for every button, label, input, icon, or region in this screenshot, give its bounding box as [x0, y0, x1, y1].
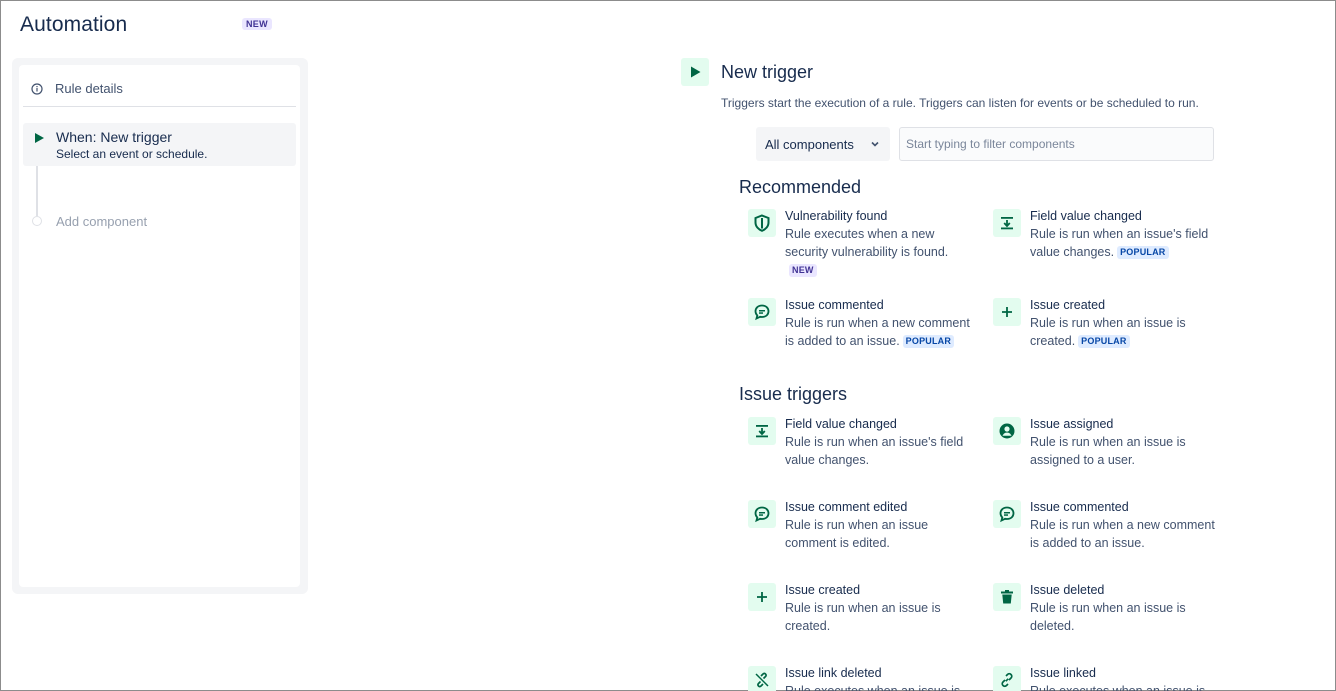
- trigger-card-title: Issue assigned: [1030, 417, 1114, 431]
- add-component-link[interactable]: Add component: [56, 214, 147, 229]
- new-badge: NEW: [242, 18, 272, 30]
- trigger-panel-title: New trigger: [721, 61, 814, 82]
- trigger-step-item[interactable]: When: New trigger Select an event or sch…: [23, 123, 296, 166]
- trigger-panel-description: Triggers start the execution of a rule. …: [721, 96, 1199, 110]
- trigger-card-description: Rule is run when an issue is created. POP…: [1030, 314, 1225, 350]
- recommended-heading: Recommended: [739, 177, 862, 197]
- new-badge: NEW: [789, 264, 817, 277]
- comment-icon: [748, 500, 776, 528]
- issue-triggers-heading: Issue triggers: [739, 384, 848, 404]
- info-icon: [31, 82, 43, 95]
- comment-icon: [993, 500, 1021, 528]
- user-icon: [993, 417, 1021, 445]
- trigger-card-title: Vulnerability found: [785, 209, 888, 223]
- chevron-down-icon: [870, 139, 880, 149]
- shield-icon: [748, 209, 776, 237]
- trigger-card-description: Rule is run when an issue's field value …: [785, 435, 964, 467]
- trigger-card-title: Issue deleted: [1030, 583, 1105, 597]
- trigger-card-description: Rule executes when an issue is: [785, 684, 961, 691]
- component-filter-input[interactable]: [899, 127, 1214, 161]
- page-title: Automation: [20, 13, 128, 36]
- trigger-panel: New trigger Triggers start the execution…: [681, 58, 1241, 691]
- trigger-card-description: Rule is run when an issue comment is edi…: [785, 518, 929, 550]
- page-header: Automation: [20, 13, 127, 37]
- trigger-card-title: Issue link deleted: [785, 666, 882, 680]
- trigger-card-description: Rule is run when an issue's field value …: [1030, 225, 1225, 261]
- popular-badge: POPULAR: [1117, 246, 1169, 259]
- field-change-icon: [993, 209, 1021, 237]
- trigger-card-description: Rule is run when an issue is deleted.: [1030, 601, 1186, 633]
- rule-sidebar-panel: Rule details When: New trigger Select an…: [19, 65, 300, 587]
- rule-sidebar: Rule details When: New trigger Select an…: [12, 58, 308, 594]
- step-connector: [36, 166, 38, 216]
- play-icon: [33, 132, 45, 144]
- trigger-step-subtitle: Select an event or schedule.: [56, 147, 208, 161]
- plus-icon: [748, 583, 776, 611]
- popular-badge: POPULAR: [1078, 335, 1130, 348]
- trigger-panel-header: New trigger: [681, 58, 1241, 86]
- trash-icon: [993, 583, 1021, 611]
- trigger-step-title: When: New trigger: [56, 129, 172, 145]
- play-icon: [681, 58, 709, 86]
- rule-details-item[interactable]: Rule details: [23, 71, 296, 107]
- link-icon: [993, 666, 1021, 691]
- trigger-card-title: Issue created: [785, 583, 861, 597]
- trigger-card-title: Issue commented: [785, 298, 884, 312]
- trigger-card-description: Rule executes when a new security vulner…: [785, 225, 980, 279]
- trigger-card-title: Issue comment edited: [785, 500, 908, 514]
- filter-row: All components: [756, 127, 1214, 161]
- trigger-card-description: Rule is run when an issue is created.: [785, 601, 941, 633]
- trigger-card-description: Rule executes when an issue is: [1030, 684, 1206, 691]
- trigger-card-description-text: Rule executes when a new security vulner…: [785, 227, 949, 259]
- plus-icon: [993, 298, 1021, 326]
- trigger-card-title: Issue commented: [1030, 500, 1129, 514]
- popular-badge: POPULAR: [902, 335, 955, 348]
- rule-details-label: Rule details: [55, 81, 123, 96]
- trigger-card-title: Field value changed: [785, 417, 897, 431]
- field-change-icon: [748, 417, 776, 445]
- trigger-card-title: Field value changed: [1030, 209, 1142, 223]
- component-type-select[interactable]: All components: [756, 127, 890, 161]
- trigger-card-description: Rule is run when a new comment is added …: [785, 314, 980, 350]
- unlink-icon: [748, 666, 776, 691]
- trigger-card-description: Rule is run when an issue is assigned to…: [1030, 435, 1186, 467]
- component-type-select-value: All components: [765, 136, 854, 152]
- trigger-card-title: Issue created: [1030, 298, 1106, 312]
- trigger-card-title: Issue linked: [1030, 666, 1097, 680]
- comment-icon: [748, 298, 776, 326]
- step-connector-dot: [32, 216, 42, 226]
- trigger-card-description: Rule is run when a new comment is added …: [1030, 518, 1215, 550]
